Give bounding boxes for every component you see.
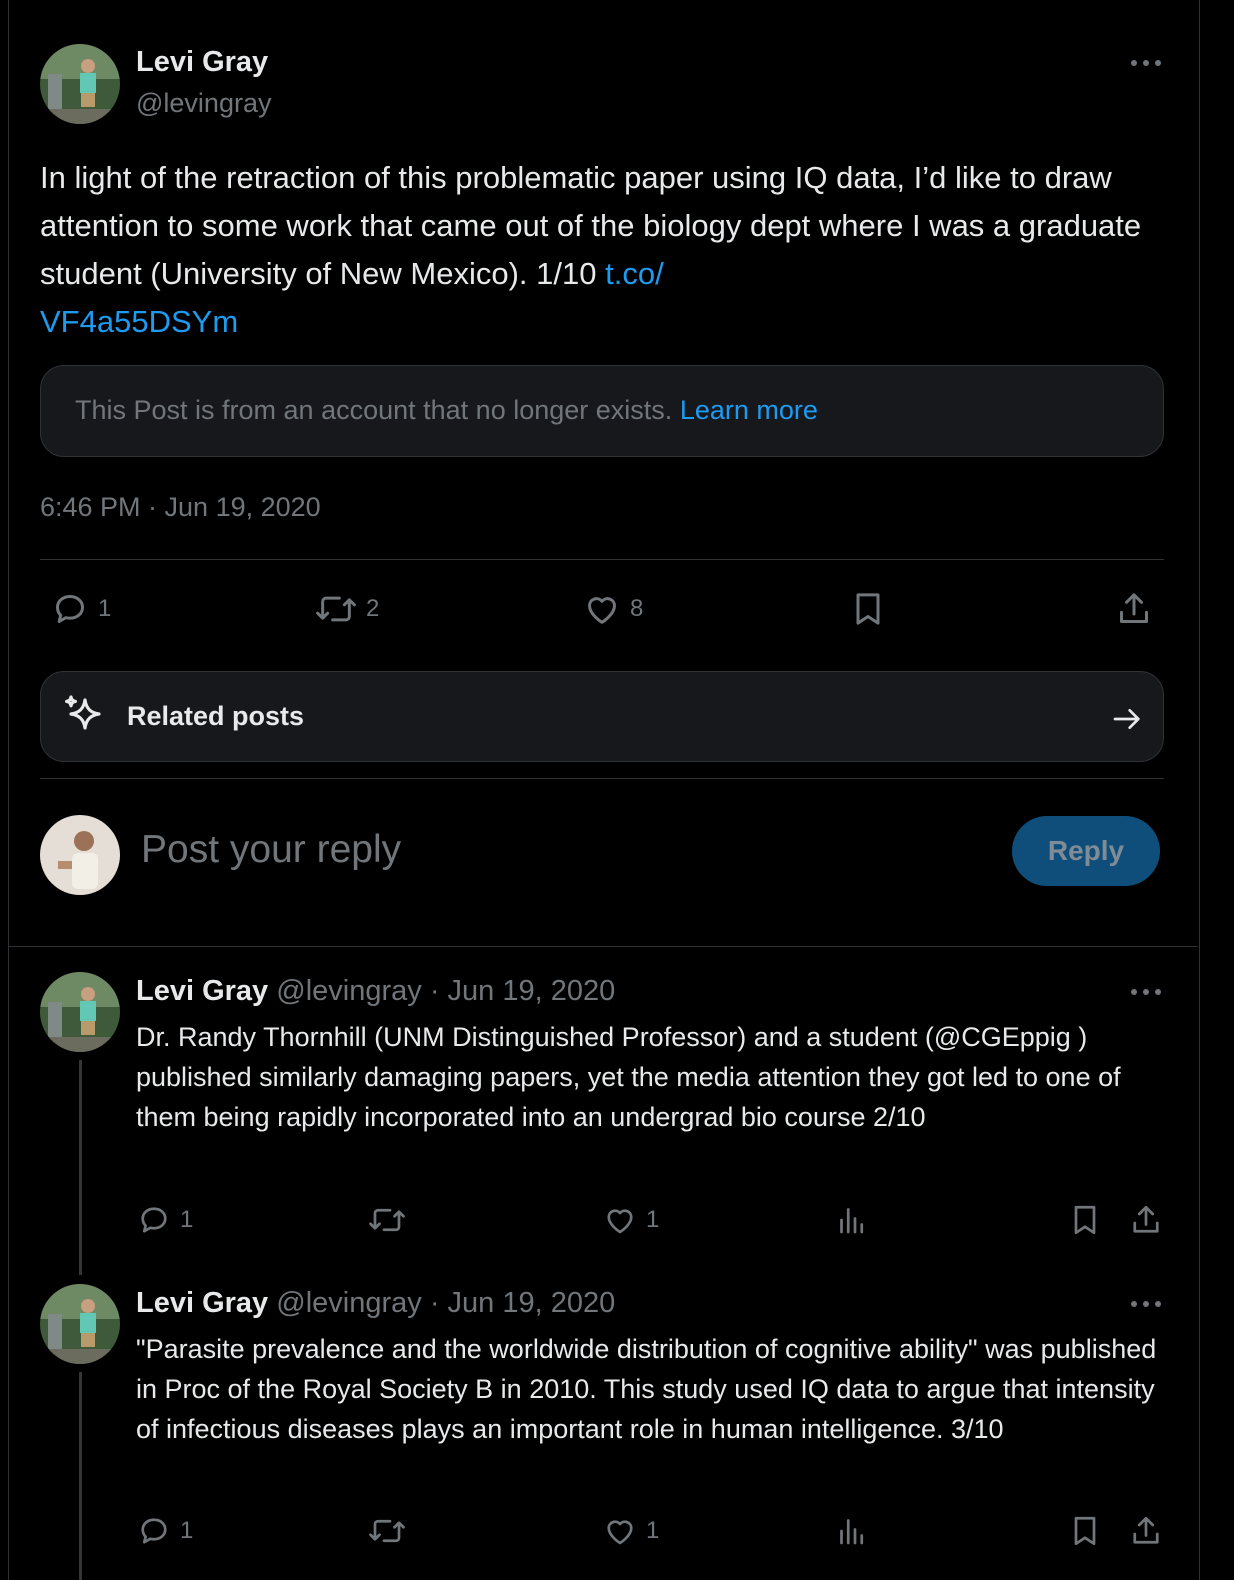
thread-avatar[interactable] bbox=[40, 972, 120, 1052]
like-icon bbox=[607, 1209, 633, 1234]
author-avatar[interactable] bbox=[40, 44, 120, 124]
more-icon bbox=[1131, 989, 1161, 995]
thread-author-handle[interactable]: @levingray bbox=[276, 975, 422, 1007]
like-icon bbox=[588, 597, 616, 624]
share-icon bbox=[1133, 1516, 1159, 1544]
thread-author-name[interactable]: Levi Gray bbox=[136, 1287, 268, 1319]
thread-bookmark-action[interactable] bbox=[1067, 1513, 1103, 1549]
reply-icon bbox=[56, 595, 84, 623]
thread-like-action[interactable]: 1 bbox=[602, 1202, 659, 1238]
more-icon bbox=[1131, 60, 1161, 66]
thread-date[interactable]: · Jun 19, 2020 bbox=[430, 975, 615, 1007]
thread-more-button[interactable] bbox=[1129, 982, 1163, 1002]
thread-like-count: 1 bbox=[646, 1517, 660, 1544]
bookmark-icon bbox=[856, 593, 880, 625]
post-body: In light of the retraction of this probl… bbox=[40, 160, 1150, 291]
views-icon bbox=[840, 1208, 864, 1234]
divider bbox=[8, 946, 1198, 947]
thread-reply-action[interactable]: 1 bbox=[136, 1513, 193, 1549]
repost-icon bbox=[369, 1208, 405, 1232]
reply-button[interactable]: Reply bbox=[1012, 816, 1160, 886]
like-count: 8 bbox=[630, 595, 644, 622]
thread-repost-action[interactable] bbox=[367, 1202, 407, 1238]
divider bbox=[40, 559, 1164, 560]
related-posts-label: Related posts bbox=[127, 701, 305, 731]
thread-text: Dr. Randy Thornhill (UNM Distinguished P… bbox=[136, 1022, 1121, 1132]
reply-button-label: Reply bbox=[1047, 835, 1125, 866]
thread-text: "Parasite prevalence and the worldwide d… bbox=[136, 1334, 1157, 1444]
thread-author-name[interactable]: Levi Gray bbox=[136, 975, 268, 1007]
reply-input[interactable]: Post your reply bbox=[141, 828, 401, 872]
thread-connector bbox=[79, 1060, 82, 1275]
more-options-button[interactable] bbox=[1129, 53, 1163, 73]
arrow-right-icon bbox=[1113, 709, 1140, 729]
share-icon bbox=[1120, 593, 1148, 623]
repost-action[interactable]: 2 bbox=[314, 589, 379, 629]
thread-views-action[interactable] bbox=[834, 1202, 870, 1238]
thread-share-action[interactable] bbox=[1128, 1202, 1164, 1238]
sparkle-icon bbox=[65, 695, 101, 730]
thread-views-action[interactable] bbox=[834, 1513, 870, 1549]
user-avatar[interactable] bbox=[40, 815, 120, 895]
like-icon bbox=[607, 1520, 633, 1545]
divider bbox=[40, 778, 1164, 779]
post-text: In light of the retraction of this probl… bbox=[40, 154, 1170, 346]
thread-date[interactable]: · Jun 19, 2020 bbox=[430, 1287, 615, 1319]
thread-reply-action[interactable]: 1 bbox=[136, 1202, 193, 1238]
more-icon bbox=[1131, 1301, 1161, 1307]
thread-like-action[interactable]: 1 bbox=[602, 1513, 659, 1549]
reply-icon bbox=[141, 1207, 167, 1233]
share-icon bbox=[1133, 1205, 1159, 1233]
post-timestamp[interactable]: 6:46 PM · Jun 19, 2020 bbox=[40, 492, 321, 523]
thread-connector bbox=[79, 1372, 82, 1580]
learn-more-link[interactable]: Learn more bbox=[680, 395, 818, 425]
thread-repost-action[interactable] bbox=[367, 1513, 407, 1549]
thread-reply-count: 1 bbox=[180, 1517, 194, 1544]
unavailable-quote-card: This Post is from an account that no lon… bbox=[40, 365, 1164, 457]
share-action[interactable] bbox=[1114, 589, 1154, 629]
thread-bookmark-action[interactable] bbox=[1067, 1202, 1103, 1238]
thread-header: Levi Gray @levingray · Jun 19, 2020 bbox=[136, 975, 615, 1008]
repost-count: 2 bbox=[366, 595, 380, 622]
thread-reply-count: 1 bbox=[180, 1206, 194, 1233]
repost-icon bbox=[369, 1519, 405, 1543]
thread-author-handle[interactable]: @levingray bbox=[276, 1287, 422, 1319]
thread-like-count: 1 bbox=[646, 1206, 660, 1233]
bookmark-action[interactable] bbox=[848, 589, 888, 629]
bookmark-icon bbox=[1074, 1516, 1096, 1546]
reply-action[interactable]: 1 bbox=[50, 589, 111, 629]
reply-count: 1 bbox=[98, 595, 112, 622]
related-posts-button[interactable]: Related posts bbox=[40, 671, 1164, 762]
repost-icon bbox=[316, 596, 356, 622]
views-icon bbox=[840, 1519, 864, 1545]
reply-icon bbox=[141, 1518, 167, 1544]
thread-more-button[interactable] bbox=[1129, 1294, 1163, 1314]
author-handle[interactable]: @levingray bbox=[136, 88, 271, 119]
bookmark-icon bbox=[1074, 1205, 1096, 1235]
unavailable-notice: This Post is from an account that no lon… bbox=[75, 395, 673, 425]
thread-share-action[interactable] bbox=[1128, 1513, 1164, 1549]
like-action[interactable]: 8 bbox=[582, 589, 643, 629]
thread-avatar[interactable] bbox=[40, 1284, 120, 1364]
thread-header: Levi Gray @levingray · Jun 19, 2020 bbox=[136, 1287, 615, 1320]
author-name[interactable]: Levi Gray bbox=[136, 46, 268, 79]
